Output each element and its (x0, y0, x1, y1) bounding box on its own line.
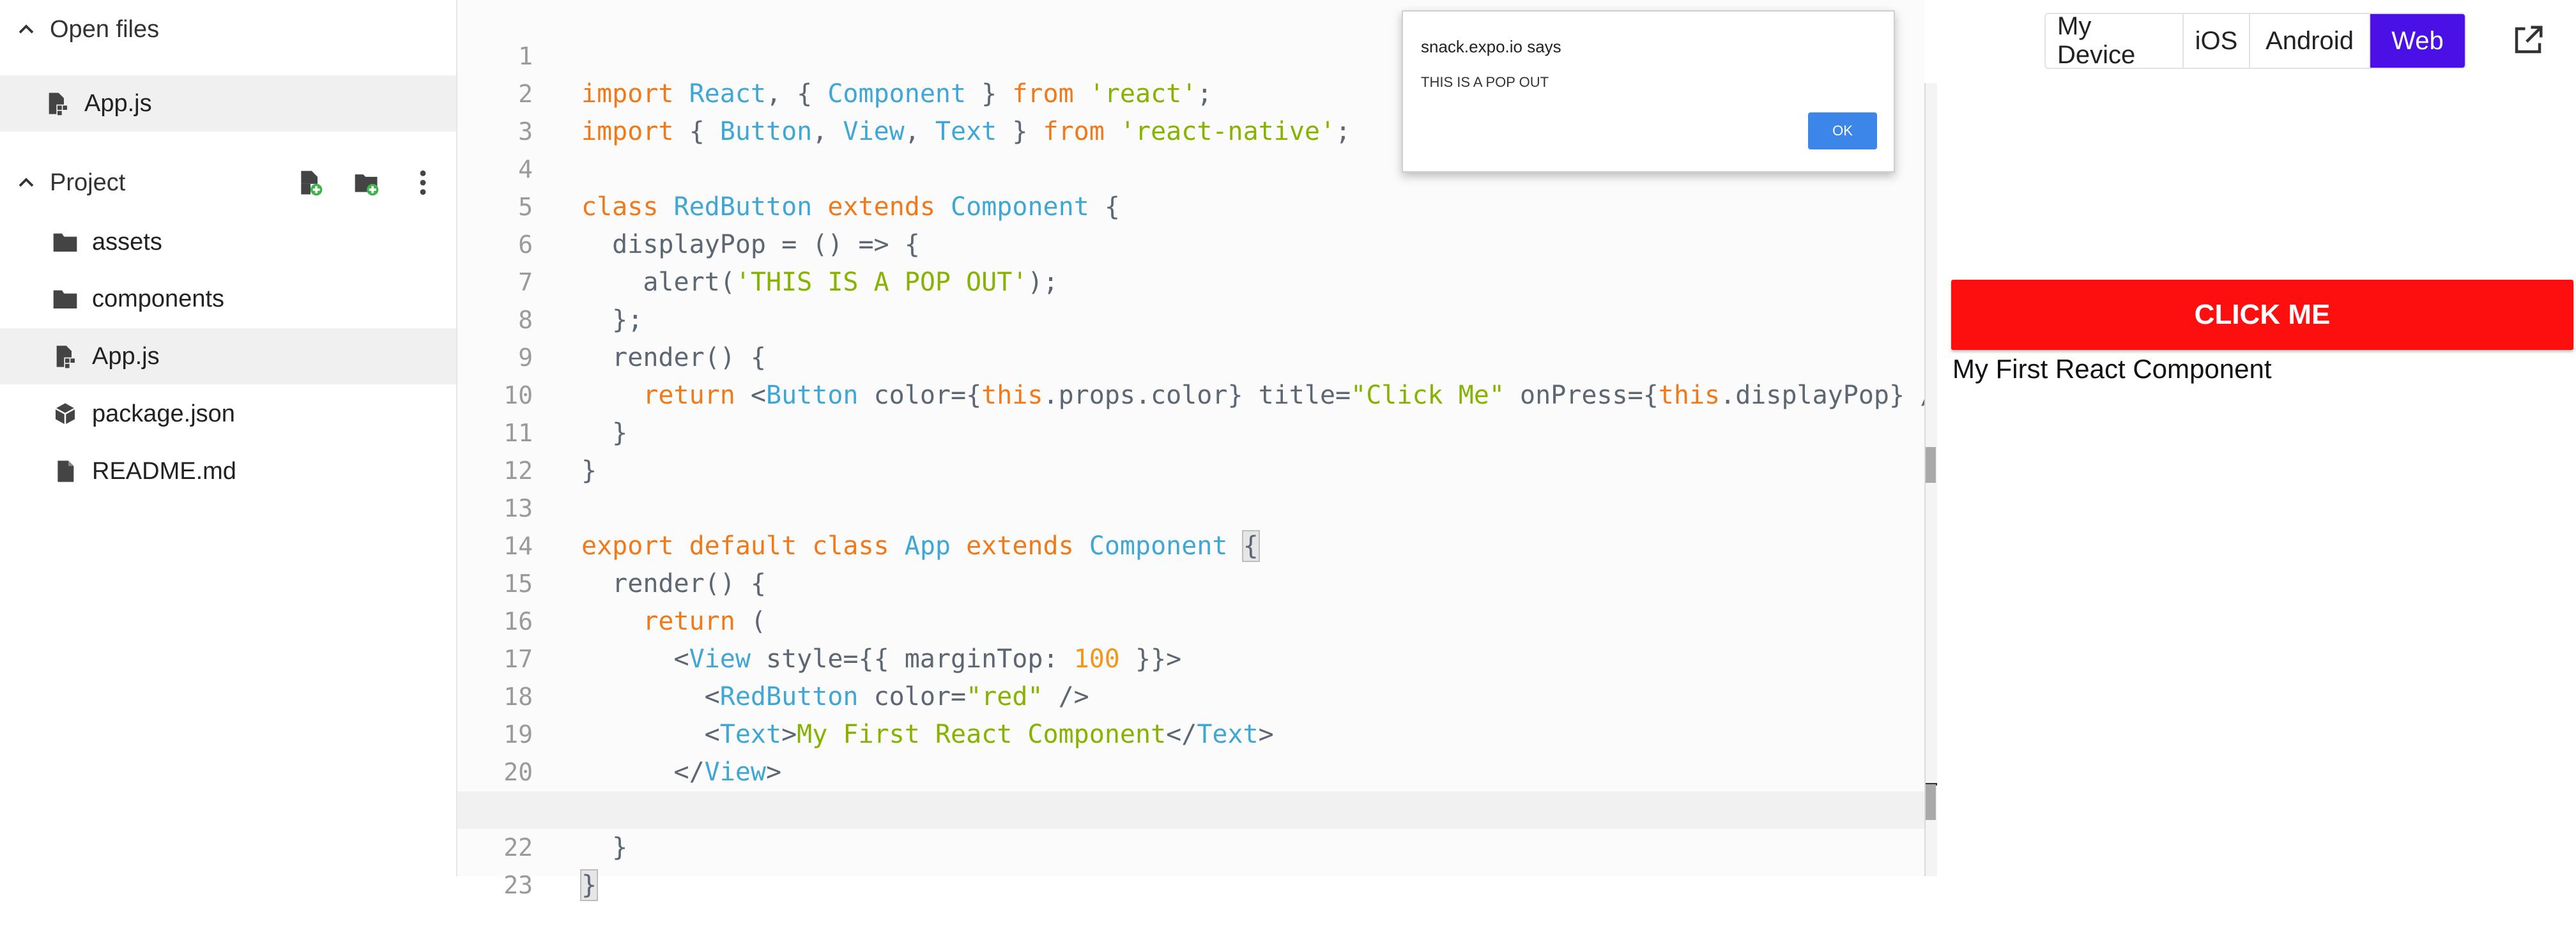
line-number: 23 (503, 871, 533, 899)
editor-scrollbar[interactable] (1924, 0, 1937, 876)
code-line: 7 }; (457, 226, 1926, 335)
code-line: 10 } (457, 339, 1926, 448)
tab-my-device[interactable]: My Device (2046, 14, 2184, 68)
tree-item-readme-md[interactable]: README.md (0, 443, 456, 499)
tab-android[interactable]: Android (2250, 14, 2370, 68)
click-me-button[interactable]: CLICK ME (1951, 280, 2573, 350)
folder-icon (53, 290, 77, 308)
open-file-label: App.js (84, 89, 152, 117)
folder-icon (53, 233, 77, 252)
preview-panel (1937, 0, 2576, 876)
open-file-app-js[interactable]: App.js (0, 75, 456, 132)
tree-item-assets[interactable]: assets (0, 214, 456, 270)
scrollbar-thumb[interactable] (1926, 784, 1936, 820)
ok-button[interactable]: OK (1808, 112, 1877, 149)
react-file-icon (49, 93, 67, 116)
dialog-message: THIS IS A POP OUT (1421, 74, 1549, 90)
open-files-label: Open files (50, 15, 160, 43)
add-folder-icon[interactable] (353, 169, 381, 197)
code-line: 20 ); (457, 716, 1926, 824)
tree-item-package-json[interactable]: package.json (0, 386, 456, 442)
more-vertical-icon[interactable] (409, 169, 437, 197)
preview-text: My First React Component (1952, 354, 2272, 384)
react-file-icon (56, 346, 75, 368)
tree-item-label: components (92, 285, 225, 312)
code-line: 11 } (457, 377, 1926, 485)
code-line: 17 <RedButton color="red" /> (457, 603, 1926, 711)
code-line: 8 render() { (457, 264, 1926, 372)
code-line-active: 22 } (457, 791, 1926, 901)
alert-dialog: snack.expo.io says THIS IS A POP OUT OK (1402, 10, 1895, 172)
code-line: 18 <Text>My First React Component</Text> (457, 641, 1926, 749)
code-line: 9 return <Button color={this.props.color… (457, 301, 1966, 410)
scrollbar-thumb[interactable] (1926, 447, 1936, 483)
open-external-icon[interactable] (2511, 23, 2545, 57)
code-line: 19 </View> (457, 678, 1926, 787)
tab-web[interactable]: Web (2370, 14, 2465, 68)
tab-ios[interactable]: iOS (2184, 14, 2250, 68)
code-line: 12 (457, 414, 1926, 485)
tree-item-label: README.md (92, 457, 236, 485)
document-icon (57, 460, 74, 482)
project-toolbar (296, 169, 437, 197)
platform-tabs: My Device iOS Android Web (2044, 13, 2466, 69)
package-icon (55, 403, 75, 425)
tree-item-label: package.json (92, 400, 235, 427)
chevron-up-icon (19, 24, 34, 34)
add-file-icon[interactable] (296, 169, 325, 197)
code-line: 16 <View style={{ marginTop: 100 }}> (457, 565, 1926, 674)
code-line: 15 return ( (457, 528, 1926, 636)
chevron-up-icon (19, 178, 34, 187)
file-explorer-sidebar: Open files App.js Project assets compone… (0, 0, 457, 876)
code-line: 21 } (457, 754, 1926, 862)
code-line: 13 export default class App extends Comp… (457, 452, 1926, 562)
open-files-header[interactable]: Open files (0, 0, 456, 59)
code-text: } (579, 869, 599, 901)
tree-item-label: assets (92, 228, 162, 255)
code-line: 6 alert('THIS IS A POP OUT'); (457, 188, 1926, 297)
tree-item-components[interactable]: components (0, 271, 456, 327)
project-header[interactable]: Project (0, 153, 456, 212)
dialog-title: snack.expo.io says (1421, 37, 1561, 56)
code-line: 14 render() { (457, 490, 1926, 598)
tree-item-app-js[interactable]: App.js (0, 328, 456, 384)
project-label: Project (50, 169, 126, 196)
tree-item-label: App.js (92, 342, 160, 370)
code-line: 23 (457, 829, 1926, 899)
